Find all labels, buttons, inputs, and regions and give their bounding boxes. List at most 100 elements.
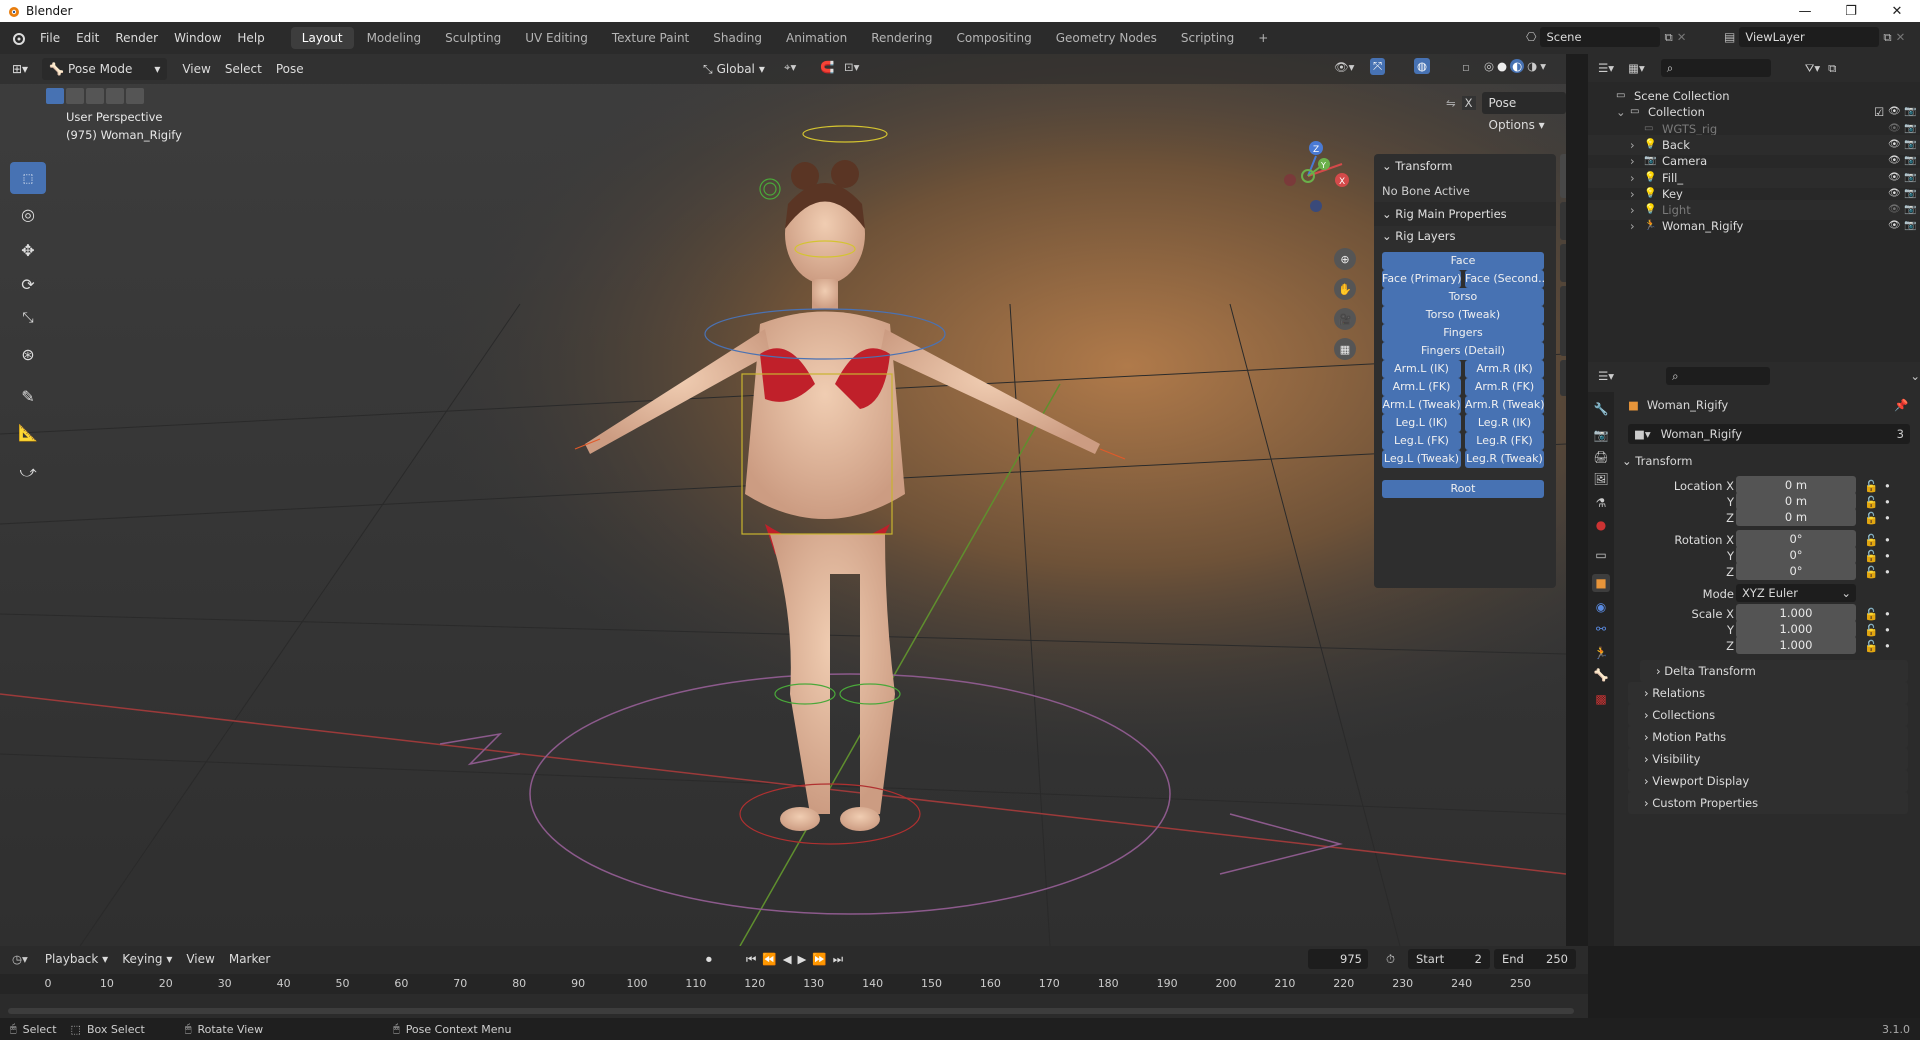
view-layer-field[interactable]: ViewLayer [1739,27,1880,47]
output-tab-icon[interactable]: 🖨 [1592,448,1610,466]
navigation-gizmo[interactable]: Z X Y [1268,106,1358,246]
filter-icon[interactable]: ⛛▾ [1805,61,1820,76]
select-subtract-icon[interactable] [86,88,104,104]
visibility-icon[interactable]: 👁▾ [1334,60,1354,74]
rig-layer-fingers-detail[interactable]: Fingers (Detail) [1382,342,1544,360]
workspace-tab-modeling[interactable]: Modeling [356,27,433,49]
new-view-layer-icon[interactable]: ⧉ [1883,30,1891,45]
outliner-editor-icon[interactable]: ☰▾ [1598,61,1614,75]
measure-tool[interactable]: 📐 [10,416,46,448]
sidebar-tab-tool[interactable]: Tool [1560,202,1566,240]
workspace-tab-sculpting[interactable]: Sculpting [434,27,512,49]
lock-icon[interactable]: 🔓 [1864,562,1878,582]
rig-layer-arm-l-tweak[interactable]: Arm.L (Tweak) [1382,396,1461,414]
subpanel-visibility[interactable]: › Visibility [1628,748,1908,770]
scale-tool[interactable]: ⤡ [10,302,46,334]
pan-hand-icon[interactable]: ✋ [1334,278,1356,300]
rig-layer-leg-l-fk[interactable]: Leg.L (FK) [1382,432,1461,450]
camera-view-icon[interactable]: 🎥 [1334,308,1356,330]
start-frame-field[interactable]: Start 2 [1408,949,1490,969]
workspace-tab-geometry-nodes[interactable]: Geometry Nodes [1045,27,1168,49]
workspace-tab-compositing[interactable]: Compositing [945,27,1042,49]
tool-tab-icon[interactable]: 🔧 [1592,400,1610,418]
play-reverse-icon[interactable]: ◀ [783,952,792,967]
sidebar-tab-animation[interactable]: Animation [1560,286,1566,356]
menu-edit[interactable]: Edit [68,27,107,49]
rig-layer-arm-r-ik[interactable]: Arm.R (IK) [1465,360,1544,378]
properties-search-input[interactable]: ⌕ [1666,367,1771,385]
prev-keyframe-icon[interactable]: ⏪ [762,952,776,967]
lock-icon[interactable]: 🔓 [1864,508,1878,528]
workspace-tab-uv-editing[interactable]: UV Editing [514,27,599,49]
display-mode-icon[interactable]: ▦▾ [1628,61,1645,75]
subpanel-delta-transform[interactable]: › Delta Transform [1640,660,1908,682]
timeline-menu-marker[interactable]: Marker [222,948,277,970]
auto-keying-icon[interactable]: ⏺ [706,952,712,967]
xray-icon[interactable]: ▫ [1462,60,1470,74]
pivot-icon[interactable]: ⌖▾ [784,60,796,75]
keyframe-dot-icon[interactable]: • [1884,636,1891,656]
transform-orientation[interactable]: ⤡ Global ▾ [696,58,772,80]
scene-selector[interactable]: ⎔ Scene ⧉ ✕ [1526,27,1686,47]
timeline-ruler[interactable]: 0 10 20 30 40 50 60 70 80 90 100 110 120 130 140 150 160… [0,974,1588,994]
blender-menu-icon[interactable] [10,30,26,46]
end-frame-field[interactable]: End 250 [1494,949,1576,969]
lock-icon[interactable]: 🔓 [1864,636,1878,656]
remove-scene-icon[interactable]: ✕ [1677,30,1687,44]
subpanel-collections[interactable]: › Collections [1628,704,1908,726]
editor-type-icon[interactable]: ⊞▾ [12,62,28,76]
rig-layer-face-primary[interactable]: Face (Primary) [1382,270,1461,288]
transform-section-header[interactable]: ⌄ Transform [1622,450,1693,472]
perspective-toggle-icon[interactable]: ▦ [1334,338,1356,360]
menu-help[interactable]: Help [229,27,272,49]
render-camera-icon[interactable]: 📷 [1904,216,1916,236]
outliner-search-input[interactable]: ⌕ [1660,59,1771,77]
rig-layer-leg-l-tweak[interactable]: Leg.L (Tweak) [1382,450,1461,468]
rig-layers-header[interactable]: ⌄ Rig Layers [1374,224,1556,248]
mode-selector[interactable]: 🦴 Pose Mode ▾ [42,58,168,80]
x-mirror-icon[interactable]: X [1461,96,1476,110]
sidebar-tab-view[interactable]: View [1560,244,1566,282]
new-scene-icon[interactable]: ⧉ [1664,30,1672,45]
minimize-button[interactable]: — [1782,0,1828,22]
next-keyframe-icon[interactable]: ⏩ [812,952,826,967]
object-browse-icon[interactable]: ■▾ [1634,427,1651,441]
bone-tab-icon[interactable]: 🦴 [1592,666,1610,684]
close-button[interactable]: ✕ [1874,0,1920,22]
select-set-icon[interactable] [46,88,64,104]
outliner-item-woman-rigify[interactable]: › 🏃 Woman_Rigify 👁 📷 [1588,216,1920,236]
rig-main-properties-header[interactable]: ⌄ Rig Main Properties [1374,202,1556,226]
rig-layer-leg-r-ik[interactable]: Leg.R (IK) [1465,414,1544,432]
workspace-tab-layout[interactable]: Layout [290,27,354,49]
rendered-shading-icon[interactable]: ◑ [1527,59,1537,73]
mirror-icon[interactable]: ⇋ [1446,96,1456,110]
workspace-tab-rendering[interactable]: Rendering [860,27,943,49]
expand-chevron-icon[interactable]: › [1630,216,1635,236]
rig-layer-face-secondary[interactable]: Face (Second... [1465,270,1544,288]
current-frame-field[interactable]: 975 [1308,949,1368,969]
workspace-tab-scripting[interactable]: Scripting [1170,27,1245,49]
transform-panel-header[interactable]: ⌄ Transform [1374,154,1556,178]
sidebar-tab-item[interactable]: Item [1560,154,1566,198]
object-datablock-name[interactable]: Woman_Rigify [1661,427,1742,441]
new-collection-icon[interactable]: ⧉ [1828,61,1836,76]
select-box-tool[interactable]: ⬚ [10,162,46,194]
properties-editor-icon[interactable]: ☰▾ [1598,369,1614,383]
subpanel-viewport-display[interactable]: › Viewport Display [1628,770,1908,792]
keyframe-dot-icon[interactable]: • [1884,562,1891,582]
rotation-mode-select[interactable]: XYZ Euler ⌄ [1736,584,1856,602]
jump-start-icon[interactable]: ⏮ [746,952,756,967]
timeline-menu-keying[interactable]: Keying ▾ [115,948,179,970]
transform-tool[interactable]: ⊛ [10,338,46,370]
preview-range-icon[interactable]: ⏱ [1386,952,1395,967]
rotate-tool[interactable]: ⟳ [10,268,46,300]
remove-view-layer-icon[interactable]: ✕ [1896,30,1906,44]
wireframe-shading-icon[interactable]: ◎ [1484,59,1494,73]
pin-icon[interactable]: 📌 [1894,398,1908,412]
viewport-menu-select[interactable]: Select [218,58,269,80]
select-extend-icon[interactable] [66,88,84,104]
viewport-menu-view[interactable]: View [175,58,217,80]
visibility-eye-icon[interactable]: 👁 [1888,216,1901,236]
menu-render[interactable]: Render [107,27,166,49]
gizmo-toggle-icon[interactable]: ⤧ [1370,58,1386,75]
